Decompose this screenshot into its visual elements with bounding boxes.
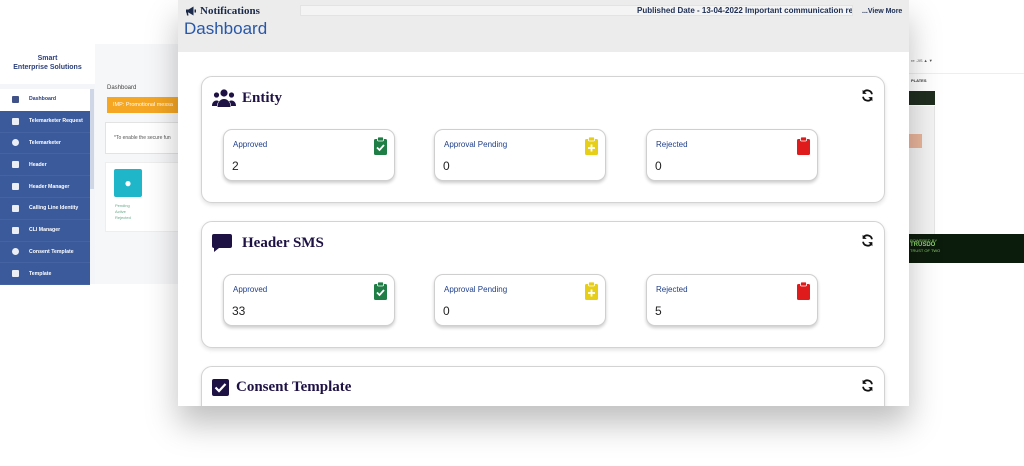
template-icon [12, 270, 19, 278]
sidebar-item-header-manager[interactable]: Header Manager [0, 176, 90, 198]
clipboard-check-icon [374, 137, 387, 155]
clipboard-plus-icon [585, 282, 598, 300]
card-label: Approved [233, 285, 268, 294]
sidebar-item-label: Dashboard [29, 96, 57, 103]
notifications-link[interactable]: Notifications [185, 5, 260, 17]
status-card: ● Pending Active Rejected [105, 162, 180, 232]
card-value: 5 [655, 304, 662, 318]
card-label: Rejected [656, 140, 688, 149]
section-title-text: Header SMS [242, 234, 324, 251]
right-section-label: PLATES [911, 78, 927, 83]
dark-block [905, 91, 935, 105]
refresh-icon[interactable] [861, 379, 874, 392]
sidebar-item-telemarketer[interactable]: Telemarketer [0, 133, 90, 155]
rejected-card[interactable]: Rejected 5 [646, 274, 818, 326]
clipboard-icon [797, 137, 810, 155]
consent-template-section: Consent Template [201, 366, 885, 406]
consent-icon [12, 248, 19, 256]
status-pending: Pending [115, 203, 130, 208]
check-square-icon [12, 117, 19, 125]
powered-by-footer: POWERED BY TRUSDO TRUST OF TWO [905, 234, 1024, 263]
right-topbar: re .JIS ▲ ▼ [905, 48, 1024, 74]
card-value: 0 [655, 159, 662, 173]
brand-logo: Smart Enterprise Solutions [0, 44, 95, 84]
card-value: 0 [443, 159, 450, 173]
user-circle-icon [12, 139, 19, 147]
user-icon: ● [114, 169, 142, 197]
thumbnail [908, 134, 922, 148]
sidebar-item-label: Template [29, 270, 52, 277]
footer-line: TRUST OF TWO [910, 248, 941, 253]
rejected-card[interactable]: Rejected 0 [646, 129, 818, 181]
phone-icon [12, 204, 19, 212]
checkbox-icon [212, 379, 229, 396]
status-active: Active [115, 209, 126, 214]
card-label: Approval Pending [444, 285, 508, 294]
card-label: Approval Pending [444, 140, 508, 149]
section-title-text: Consent Template [236, 379, 352, 395]
list-icon [12, 226, 19, 234]
clipboard-check-icon [374, 282, 387, 300]
approval-pending-card[interactable]: Approval Pending 0 [434, 274, 606, 326]
header-sms-section: Header SMS Approved 33 Approval Pending … [201, 221, 885, 348]
section-title: Entity [212, 89, 282, 107]
background-app-left: Smart Enterprise Solutions Dashboard Tel… [0, 44, 180, 286]
screenshot-stage: Smart Enterprise Solutions Dashboard Tel… [0, 0, 1024, 466]
section-title-text: Entity [242, 89, 283, 106]
sidebar-item-label: Calling Line Identity [29, 205, 79, 212]
card-label: Approved [233, 140, 268, 149]
refresh-icon[interactable] [861, 234, 874, 247]
sidebar-item-label: Telemarketer [29, 139, 61, 146]
card-value: 0 [443, 304, 450, 318]
entity-section: Entity Approved 2 Approval Pending 0 Rej… [201, 76, 885, 203]
approved-card[interactable]: Approved 2 [223, 129, 395, 181]
info-box: *To enable the secure fun [105, 122, 180, 154]
card-label: Rejected [656, 285, 688, 294]
breadcrumb: Dashboard [107, 85, 137, 91]
sidebar-item-header[interactable]: Header [0, 154, 90, 177]
approved-card[interactable]: Approved 33 [223, 274, 395, 326]
card-value: 2 [232, 159, 239, 173]
section-title: Consent Template [212, 379, 351, 396]
users-icon [212, 89, 236, 107]
sidebar-item-label: Header [29, 161, 47, 168]
notification-ticker: Published Date - 13-04-2022 Important co… [300, 5, 853, 16]
megaphone-icon [186, 6, 196, 16]
dashboard-icon [12, 95, 19, 103]
notifications-label: Notifications [200, 5, 260, 17]
view-more-link[interactable]: ...View More [862, 8, 902, 15]
approval-pending-card[interactable]: Approval Pending 0 [434, 129, 606, 181]
sidebar-item-label: Header Manager [29, 183, 70, 190]
alert-banner: IMP: Promotional messa [107, 97, 180, 113]
sidebar-item-label: Consent Template [29, 248, 74, 255]
sidebar-item-calling-line-identity[interactable]: Calling Line Identity [0, 198, 90, 220]
sidebar-item-dashboard[interactable]: Dashboard [0, 89, 90, 111]
background-main: Dashboard IMP: Promotional messa *To ena… [95, 44, 180, 284]
header-icon [12, 161, 19, 169]
section-title: Header SMS [212, 234, 324, 252]
sidebar-item-telemarketer-request[interactable]: Telemarketer Request [0, 111, 90, 133]
sidebar-scrollbar[interactable] [90, 89, 94, 189]
sidebar-item-cli-manager[interactable]: CLI Manager [0, 220, 90, 242]
status-rejected: Rejected [115, 215, 131, 220]
ticker-text: Published Date - 13-04-2022 Important co… [637, 6, 853, 15]
dashboard-window: Notifications Published Date - 13-04-202… [178, 0, 909, 406]
dashboard-content: Entity Approved 2 Approval Pending 0 Rej… [184, 52, 903, 406]
message-icon [212, 234, 232, 252]
list-icon [12, 183, 19, 191]
refresh-icon[interactable] [861, 89, 874, 102]
card-value: 33 [232, 304, 246, 318]
sidebar-item-label: Telemarketer Request [29, 118, 83, 125]
right-panel [905, 106, 935, 234]
sidebar-item-consent-template[interactable]: Consent Template [0, 242, 90, 264]
page-title: Dashboard [184, 19, 268, 38]
sidebar: Dashboard Telemarketer Request Telemarke… [0, 89, 90, 286]
clipboard-icon [797, 282, 810, 300]
window-header: Notifications Published Date - 13-04-202… [178, 0, 909, 52]
clipboard-plus-icon [585, 137, 598, 155]
background-app-right: re .JIS ▲ ▼ PLATES POWERED BY TRUSDO TRU… [905, 48, 1024, 263]
sidebar-item-label: CLI Manager [29, 227, 61, 234]
sidebar-item-template[interactable]: Template [0, 263, 90, 286]
